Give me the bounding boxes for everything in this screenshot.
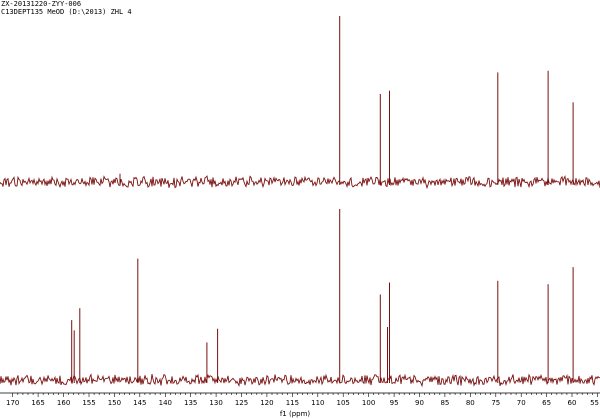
spectrum-baseline-1 bbox=[0, 175, 600, 190]
spectrum-traces bbox=[0, 175, 600, 388]
x-tick-label: 100 bbox=[362, 399, 375, 407]
x-tick-label: 140 bbox=[159, 399, 172, 407]
x-tick-label: 165 bbox=[31, 399, 44, 407]
x-axis: 170 165 160 155 150 145 140 135 130 125 120 115 110 1… bbox=[0, 392, 600, 407]
x-tick-label: 75 bbox=[491, 399, 500, 407]
x-axis-label: f1 (ppm) bbox=[280, 410, 311, 418]
x-tick-label: 120 bbox=[260, 399, 273, 407]
x-tick-label: 90 bbox=[415, 399, 424, 407]
x-tick-label: 70 bbox=[517, 399, 526, 407]
spectrum-peaks bbox=[71, 16, 574, 383]
spectrum-baseline-2 bbox=[0, 373, 600, 388]
x-tick-label: 55 bbox=[590, 399, 599, 407]
x-tick-label: 130 bbox=[209, 399, 222, 407]
x-tick-label: 155 bbox=[82, 399, 95, 407]
x-tick-label: 110 bbox=[311, 399, 324, 407]
x-tick-label: 150 bbox=[108, 399, 121, 407]
x-tick-label: 60 bbox=[568, 399, 577, 407]
x-tick-label: 135 bbox=[184, 399, 197, 407]
x-tick-label: 160 bbox=[57, 399, 70, 407]
nmr-spectrum-chart: 170 165 160 155 150 145 140 135 130 125 120 115 110 1… bbox=[0, 16, 600, 418]
x-tick-label: 80 bbox=[466, 399, 475, 407]
x-tick-label: 145 bbox=[133, 399, 146, 407]
x-tick-label: 85 bbox=[440, 399, 449, 407]
x-tick-label: 65 bbox=[542, 399, 551, 407]
x-tick-label: 95 bbox=[390, 399, 399, 407]
x-tick-label: 115 bbox=[286, 399, 299, 407]
x-tick-label: 170 bbox=[6, 399, 19, 407]
x-tick-label: 105 bbox=[337, 399, 350, 407]
x-tick-label: 125 bbox=[235, 399, 248, 407]
